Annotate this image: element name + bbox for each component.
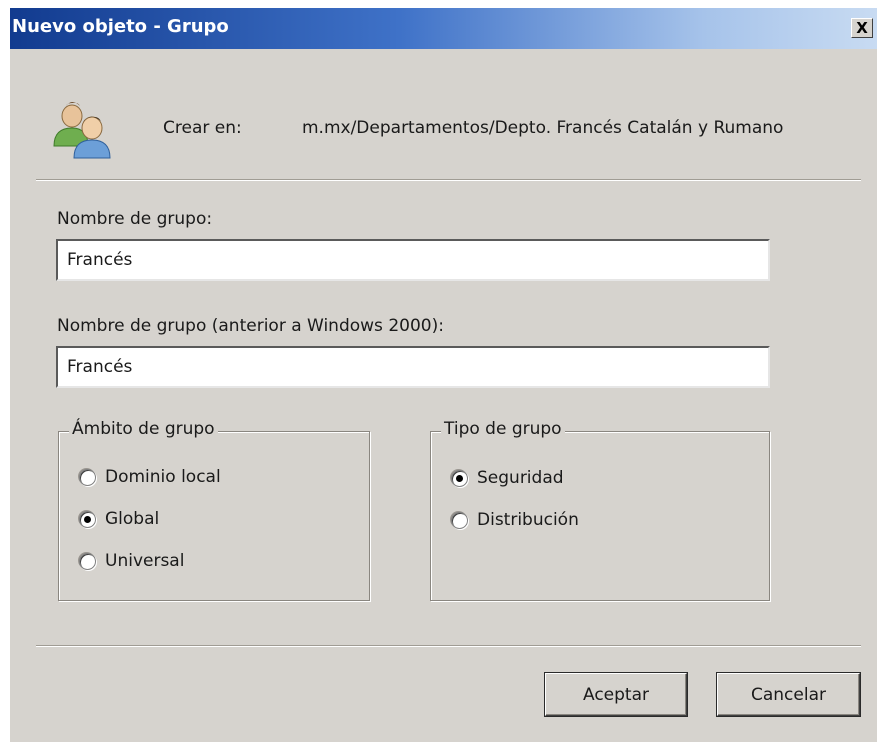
scope-option-global[interactable]: Global <box>79 509 159 529</box>
group-users-icon <box>53 102 111 159</box>
radio-button[interactable] <box>79 552 96 570</box>
bottom-divider <box>36 645 861 647</box>
create-in-path: m.mx/Departamentos/Depto. Francés Catalá… <box>302 118 784 138</box>
radio-button[interactable] <box>451 511 468 529</box>
radio-button-checked[interactable] <box>451 469 468 487</box>
group-name-input[interactable] <box>56 239 770 281</box>
group-name-pre2000-label: Nombre de grupo (anterior a Windows 2000… <box>57 316 444 336</box>
close-icon: X <box>856 19 868 37</box>
scope-option-label: Universal <box>105 551 185 571</box>
radio-button[interactable] <box>79 468 96 486</box>
scope-option-domain-local[interactable]: Dominio local <box>79 467 221 487</box>
scope-option-universal[interactable]: Universal <box>79 551 184 571</box>
scope-option-label: Global <box>105 509 160 529</box>
type-option-distribution[interactable]: Distribución <box>451 510 579 530</box>
ok-button[interactable]: Aceptar <box>545 673 687 716</box>
type-option-label: Seguridad <box>477 468 564 488</box>
close-button[interactable]: X <box>851 18 873 38</box>
group-type-legend: Tipo de grupo <box>441 419 565 439</box>
group-scope-box: Ámbito de grupo Dominio local Global Uni… <box>58 419 370 601</box>
create-in-label: Crear en: <box>163 118 242 138</box>
group-type-box: Tipo de grupo Seguridad Distribución <box>430 419 770 601</box>
radio-button-checked[interactable] <box>79 510 96 528</box>
new-group-dialog: Nuevo objeto - Grupo X Crear en: m.mx/De… <box>10 8 877 742</box>
window-title: Nuevo objeto - Grupo <box>12 16 229 37</box>
group-name-label: Nombre de grupo: <box>57 209 213 229</box>
group-scope-legend: Ámbito de grupo <box>69 419 218 439</box>
type-option-label: Distribución <box>477 510 579 530</box>
type-option-security[interactable]: Seguridad <box>451 468 564 488</box>
top-divider <box>36 179 861 181</box>
group-name-pre2000-input[interactable] <box>56 346 770 388</box>
cancel-button[interactable]: Cancelar <box>717 673 860 716</box>
scope-option-label: Dominio local <box>105 467 221 487</box>
title-bar[interactable]: Nuevo objeto - Grupo X <box>10 8 877 49</box>
